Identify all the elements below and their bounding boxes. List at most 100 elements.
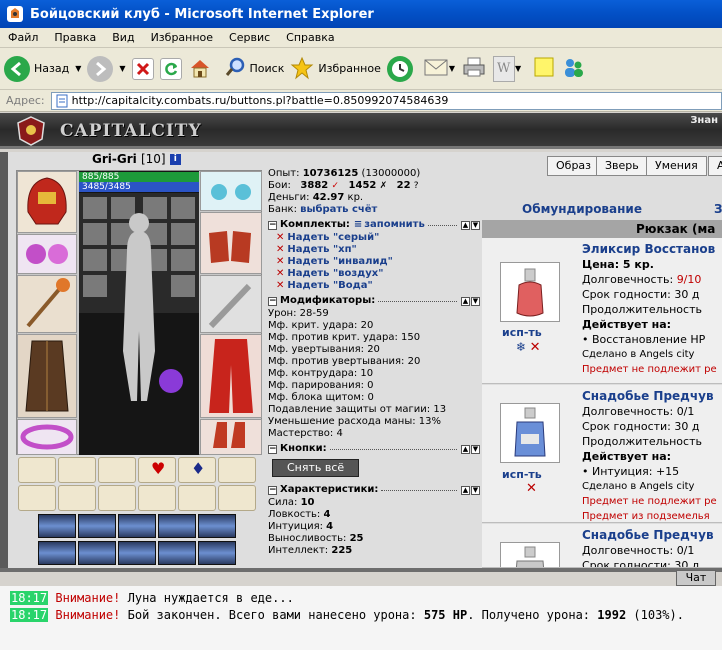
chat-divider[interactable]	[0, 568, 722, 572]
address-input[interactable]: http://capitalcity.combats.ru/buttons.pl…	[50, 91, 722, 110]
spell-slot-1[interactable]	[38, 514, 76, 538]
refresh-button[interactable]	[159, 52, 182, 86]
search-button[interactable]: Поиск	[224, 52, 284, 86]
set-link-invalid[interactable]: ✕ Надеть "инвалид"	[276, 256, 480, 268]
buttons-up-icon[interactable]: ▲	[461, 444, 470, 454]
discuss-button[interactable]	[533, 52, 555, 86]
skills-button[interactable]: Умения	[646, 156, 707, 176]
characteristics-down-icon[interactable]: ▼	[471, 485, 480, 495]
scroll-slot-diamond[interactable]: ♦	[178, 457, 216, 483]
gloves-slot[interactable]	[200, 212, 262, 274]
mail-dropdown-icon[interactable]: ▼	[449, 64, 455, 73]
spell-slot-5[interactable]	[198, 514, 236, 538]
drop-item-icon[interactable]: ✕	[530, 340, 541, 355]
bank-select-link[interactable]: выбрать счёт	[300, 204, 377, 215]
buttons-down-icon[interactable]: ▼	[471, 444, 480, 454]
collapse-modifiers-icon[interactable]: −	[268, 296, 277, 306]
set-link-air[interactable]: ✕ Надеть "воздух"	[276, 268, 480, 280]
menu-file[interactable]: Файл	[0, 31, 46, 44]
scroll-slot-10[interactable]	[138, 485, 176, 511]
spell-slot-6[interactable]	[38, 541, 76, 565]
scroll-slot-heart[interactable]: ♥	[138, 457, 176, 483]
use-item-link[interactable]: исп-ть	[502, 468, 542, 481]
back-button[interactable]: Назад ▼	[4, 52, 81, 86]
delete-set-icon[interactable]: ✕	[276, 268, 284, 280]
remember-set-link[interactable]: запомнить	[364, 219, 425, 231]
message-time[interactable]: 18:17	[10, 591, 49, 605]
more-button[interactable]: А	[708, 156, 722, 176]
scroll-slot-6[interactable]	[218, 457, 256, 483]
menu-help[interactable]: Справка	[278, 31, 342, 44]
favorites-button[interactable]: Избранное	[290, 52, 381, 86]
stop-button[interactable]	[131, 52, 154, 86]
set-link-hp[interactable]: ✕ Надеть "хп"	[276, 244, 480, 256]
armor-slot[interactable]	[17, 334, 77, 418]
spell-slot-9[interactable]	[158, 541, 196, 565]
characteristics-up-icon[interactable]: ▲	[461, 485, 470, 495]
earrings-slot[interactable]	[200, 171, 262, 211]
tab-other[interactable]: З	[714, 202, 722, 216]
item-name[interactable]: Эликсир Восстанов	[582, 242, 717, 257]
info-icon[interactable]: i	[169, 154, 181, 165]
set-link-water[interactable]: ✕ Надеть "Вода"	[276, 280, 480, 292]
spell-slot-4[interactable]	[158, 514, 196, 538]
modifiers-up-icon[interactable]: ▲	[461, 296, 470, 306]
spell-slot-3[interactable]	[118, 514, 156, 538]
edit-button[interactable]: W ▼	[493, 52, 521, 86]
menu-favorites[interactable]: Избранное	[143, 31, 221, 44]
mail-button[interactable]: ▼	[423, 52, 455, 86]
tab-outfit[interactable]: Обмундирование	[522, 202, 642, 216]
item-name[interactable]: Снадобье Предчув	[582, 528, 714, 543]
scroll-slot-1[interactable]	[18, 457, 56, 483]
chat-tab[interactable]: Чат	[676, 570, 716, 586]
gears-icon[interactable]: ❄	[516, 340, 526, 354]
weapon-slot[interactable]	[17, 275, 77, 333]
print-button[interactable]	[461, 52, 487, 86]
spell-slot-8[interactable]	[118, 541, 156, 565]
menu-tools[interactable]: Сервис	[221, 31, 278, 44]
scroll-slot-7[interactable]	[18, 485, 56, 511]
scroll-slot-2[interactable]	[58, 457, 96, 483]
item-name[interactable]: Снадобье Предчув	[582, 389, 717, 404]
remove-all-button[interactable]: Снять всё	[272, 459, 360, 477]
shield-slot[interactable]	[200, 275, 262, 333]
delete-set-icon[interactable]: ✕	[276, 232, 284, 244]
collapse-buttons-icon[interactable]: −	[268, 444, 277, 454]
forward-dropdown-icon[interactable]: ▼	[119, 64, 125, 73]
drop-item-icon[interactable]: ✕	[526, 481, 537, 496]
spell-slot-10[interactable]	[198, 541, 236, 565]
helmet-slot[interactable]	[17, 171, 77, 233]
spell-slot-2[interactable]	[78, 514, 116, 538]
message-time[interactable]: 18:17	[10, 608, 49, 622]
sets-up-icon[interactable]: ▲	[461, 220, 470, 230]
boots-slot[interactable]	[200, 419, 262, 455]
pants-slot[interactable]	[200, 334, 262, 418]
belt-ring-slot[interactable]	[17, 419, 77, 455]
use-item-link[interactable]: исп-ть	[502, 326, 542, 339]
modifiers-down-icon[interactable]: ▼	[471, 296, 480, 306]
bracelet-slot[interactable]	[17, 234, 77, 274]
forward-button[interactable]: ▼	[87, 52, 126, 86]
history-button[interactable]	[386, 52, 413, 86]
collapse-characteristics-icon[interactable]: −	[268, 485, 277, 495]
sets-down-icon[interactable]: ▼	[471, 220, 480, 230]
scroll-slot-12[interactable]	[218, 485, 256, 511]
menu-view[interactable]: Вид	[104, 31, 142, 44]
scroll-slot-3[interactable]	[98, 457, 136, 483]
menu-edit[interactable]: Правка	[46, 31, 104, 44]
scroll-slot-9[interactable]	[98, 485, 136, 511]
delete-set-icon[interactable]: ✕	[276, 244, 284, 256]
image-button[interactable]: Образ	[547, 156, 601, 176]
scroll-slot-8[interactable]	[58, 485, 96, 511]
pet-button[interactable]: Зверь	[596, 156, 648, 176]
collapse-sets-icon[interactable]: −	[268, 220, 277, 230]
delete-set-icon[interactable]: ✕	[276, 280, 284, 292]
home-button[interactable]	[188, 52, 212, 86]
spell-slot-7[interactable]	[78, 541, 116, 565]
messenger-button[interactable]	[561, 52, 585, 86]
edit-dropdown-icon[interactable]: ▼	[515, 64, 521, 73]
back-dropdown-icon[interactable]: ▼	[75, 64, 81, 73]
delete-set-icon[interactable]: ✕	[276, 256, 284, 268]
scroll-slot-11[interactable]	[178, 485, 216, 511]
set-link-gray[interactable]: ✕ Надеть "серый"	[276, 232, 480, 244]
